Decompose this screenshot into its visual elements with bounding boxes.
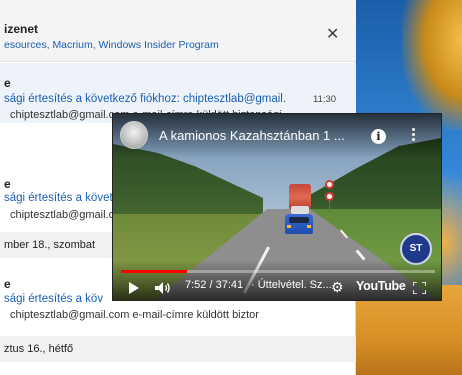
mail-item-preview: chiptesztlab@gmail.com e-mail-címre küld… [10, 309, 259, 321]
youtube-logo[interactable]: YouTube [356, 279, 406, 293]
fullscreen-icon[interactable] [413, 282, 426, 294]
channel-avatar[interactable] [120, 121, 148, 149]
video-frame-car-light [287, 225, 291, 228]
video-frame-road-sign [325, 180, 334, 189]
folder-header [0, 0, 356, 62]
video-player[interactable]: A kamionos Kazahsztánban 1 ... i ST 7:52… [112, 113, 442, 301]
info-icon[interactable]: i [371, 129, 386, 144]
date-label: ztus 16., hétfő [4, 343, 74, 355]
mail-item-time: 11:30 [313, 94, 337, 105]
mail-item-subject[interactable]: sági értesítés a követ [4, 192, 113, 204]
gear-icon[interactable]: ⚙ [331, 280, 344, 294]
mail-item-sender: e [4, 76, 11, 90]
close-icon[interactable]: ✕ [326, 27, 340, 43]
video-frame-car-window [289, 217, 309, 223]
folder-title: izenet [4, 22, 39, 36]
time-display: 7:52 / 37:41 [185, 279, 244, 291]
mail-item-subject[interactable]: sági értesítés a következő fiókhoz: chip… [4, 93, 306, 105]
folder-subtitle[interactable]: esources, Macrium, Windows Insider Progr… [4, 39, 219, 51]
play-icon[interactable] [129, 282, 139, 294]
progress-bar[interactable] [121, 270, 435, 273]
progress-bar-fill [121, 270, 187, 273]
mail-item-sender: e [4, 277, 11, 291]
video-frame-car-light [307, 225, 311, 228]
video-title[interactable]: A kamionos Kazahsztánban 1 ... [159, 128, 345, 143]
video-frame-sign-pole [329, 200, 330, 212]
video-frame-truck-cab [291, 206, 309, 214]
mail-item-subject[interactable]: sági értesítés a köv [4, 293, 103, 305]
volume-icon[interactable] [155, 282, 171, 294]
mail-item-sender: e [4, 177, 11, 191]
more-vert-icon[interactable] [409, 126, 417, 146]
date-label: mber 18., szombat [4, 239, 96, 251]
wallpaper-sun [402, 0, 462, 130]
chapter-title[interactable]: · Úttelvétel. Sz... [251, 279, 332, 291]
